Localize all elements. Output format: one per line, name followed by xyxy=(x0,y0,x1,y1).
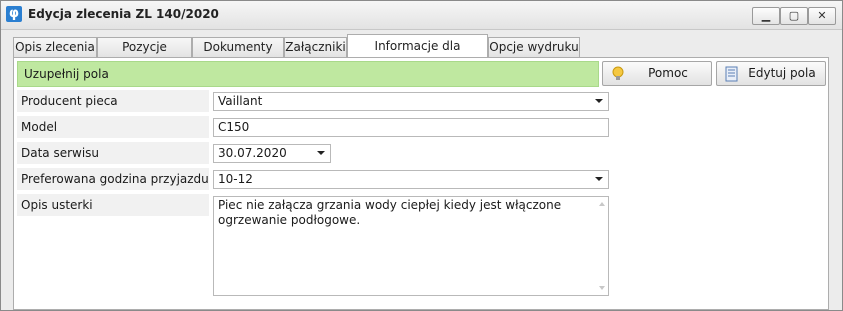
service-date-picker[interactable]: 30.07.2020 xyxy=(213,144,331,163)
tab-opcje-wydruku[interactable]: Opcje wydruku xyxy=(488,37,580,57)
tab-panel: Uzupełnij pola Pomoc Edytuj pola Produce… xyxy=(13,57,829,310)
model-input[interactable]: C150 xyxy=(213,118,609,137)
scroll-up-icon[interactable] xyxy=(599,202,605,206)
manufacturer-row: Producent pieca Vaillant xyxy=(17,90,824,112)
fault-description-value: Piec nie załącza grzania wody ciepłej ki… xyxy=(218,198,562,227)
window: φ Edycja zlecenia ZL 140/2020 ▁ ▢ ✕ Opis… xyxy=(0,0,843,311)
tab-opis-zlecenia[interactable]: Opis zlecenia xyxy=(13,37,97,57)
tab-pozycje-zlecenia[interactable]: Pozycje zlecenia xyxy=(97,37,192,73)
maximize-button[interactable]: ▢ xyxy=(780,7,808,25)
model-row: Model C150 xyxy=(17,116,824,138)
chevron-down-icon xyxy=(595,99,603,103)
tab-bar: Opis zlecenia Pozycje zlecenia Dokumenty… xyxy=(13,34,833,76)
preferred-time-label: Preferowana godzina przyjazdu xyxy=(17,168,209,190)
minimize-button[interactable]: ▁ xyxy=(752,7,780,25)
app-icon: φ xyxy=(6,6,22,22)
manufacturer-select[interactable]: Vaillant xyxy=(213,92,609,111)
title-bar: φ Edycja zlecenia ZL 140/2020 ▁ ▢ ✕ xyxy=(1,1,842,30)
service-date-label: Data serwisu xyxy=(17,142,209,164)
help-button-label: Pomoc xyxy=(648,66,688,80)
service-date-row: Data serwisu 30.07.2020 xyxy=(17,142,824,164)
edit-fields-button[interactable]: Edytuj pola xyxy=(716,61,826,86)
model-label: Model xyxy=(17,116,209,138)
help-button[interactable]: Pomoc xyxy=(602,61,712,86)
chevron-down-icon xyxy=(317,151,325,155)
tab-dokumenty-wz[interactable]: Dokumenty WZ xyxy=(192,37,284,73)
window-title: Edycja zlecenia ZL 140/2020 xyxy=(28,7,219,21)
edit-list-icon xyxy=(725,66,738,82)
close-button[interactable]: ✕ xyxy=(808,7,836,25)
manufacturer-value: Vaillant xyxy=(218,94,263,108)
preferred-time-value: 10-12 xyxy=(218,172,253,186)
service-date-value: 30.07.2020 xyxy=(218,146,287,160)
fault-description-row: Opis usterki Piec nie załącza grzania wo… xyxy=(17,194,824,298)
preferred-time-select[interactable]: 10-12 xyxy=(213,170,609,189)
fault-description-label: Opis usterki xyxy=(17,194,209,216)
info-banner: Uzupełnij pola xyxy=(17,61,599,87)
manufacturer-label: Producent pieca xyxy=(17,90,209,112)
tab-informacje-dla-serwisanta[interactable]: Informacje dla serwisanta xyxy=(347,34,488,76)
chevron-down-icon xyxy=(595,177,603,181)
fault-description-textarea[interactable]: Piec nie załącza grzania wody ciepłej ki… xyxy=(213,196,609,296)
lightbulb-icon xyxy=(612,66,624,80)
tab-zalaczniki[interactable]: Załączniki xyxy=(284,37,347,57)
preferred-time-row: Preferowana godzina przyjazdu 10-12 xyxy=(17,168,824,190)
scroll-down-icon[interactable] xyxy=(599,286,605,290)
